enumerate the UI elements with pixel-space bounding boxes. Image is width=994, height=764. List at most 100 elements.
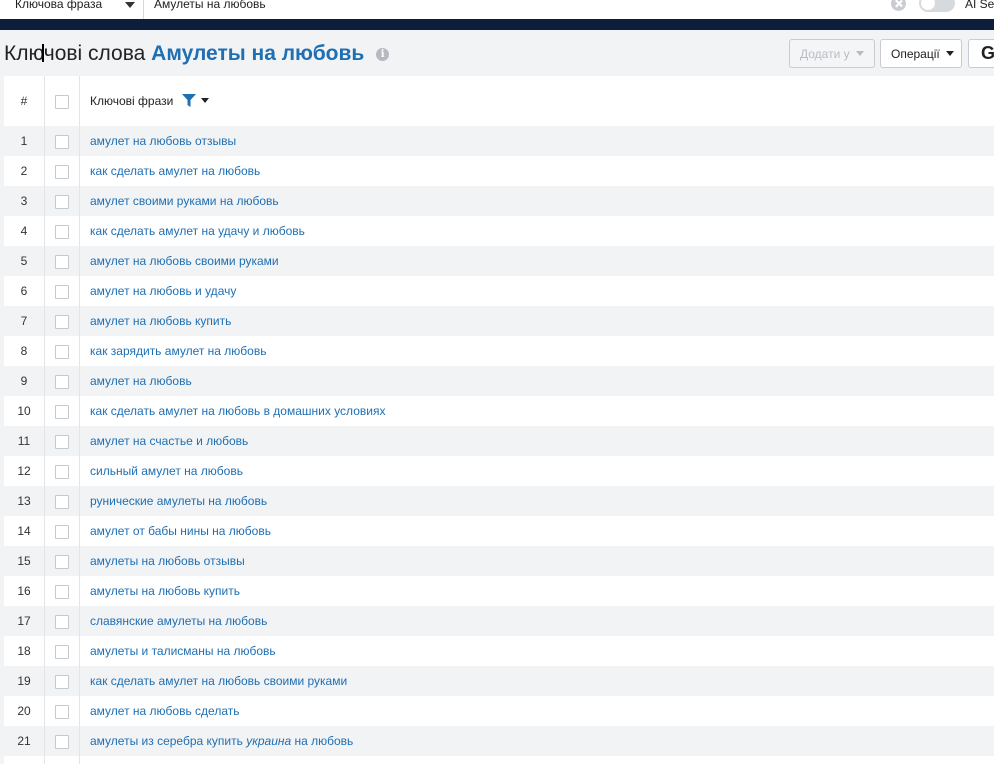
table-row: 11 амулет на счастье и любовь bbox=[4, 426, 994, 456]
keyword-link[interactable]: как сделать амулет на любовь своими рука… bbox=[90, 674, 347, 688]
keyword-link[interactable]: амулеты на любовь отзывы bbox=[90, 554, 245, 568]
keyword-link[interactable]: славянские амулеты на любовь bbox=[90, 614, 267, 628]
row-checkbox[interactable] bbox=[55, 345, 69, 359]
keyword-link[interactable]: амулет на любовь отзывы bbox=[90, 134, 236, 148]
row-index: 14 bbox=[17, 524, 31, 538]
select-all-checkbox[interactable] bbox=[55, 95, 69, 109]
clear-search-icon[interactable] bbox=[891, 0, 906, 11]
row-checkbox[interactable] bbox=[55, 555, 69, 569]
page-title-query: Амулеты на любовь bbox=[151, 42, 365, 65]
keyword-link[interactable]: амулеты и талисманы на любовь bbox=[90, 644, 276, 658]
table-row: 10 как сделать амулет на любовь в домашни… bbox=[4, 396, 994, 426]
keyword-link[interactable]: как сделать амулет на удачу и любовь bbox=[90, 224, 305, 238]
row-index: 1 bbox=[20, 134, 28, 148]
keyword-link[interactable]: амулет от бабы нины на любовь bbox=[90, 524, 271, 538]
keyword-link[interactable]: амулет на любовь и удачу bbox=[90, 284, 236, 298]
row-checkbox[interactable] bbox=[55, 315, 69, 329]
table-row: 13 рунические амулеты на любовь bbox=[4, 486, 994, 516]
keyword-link[interactable]: амулет на любовь купить bbox=[90, 314, 231, 328]
row-checkbox[interactable] bbox=[55, 435, 69, 449]
row-checkbox[interactable] bbox=[55, 375, 69, 389]
keyword-link[interactable]: амулет на любовь bbox=[90, 374, 192, 388]
ai-toggle-label: AI Se bbox=[965, 0, 994, 11]
row-checkbox[interactable] bbox=[55, 645, 69, 659]
row-index: 11 bbox=[17, 434, 31, 448]
keyword-link[interactable]: амулет на любовь сделать bbox=[90, 704, 239, 718]
table-row: 17 славянские амулеты на любовь bbox=[4, 606, 994, 636]
row-checkbox[interactable] bbox=[55, 735, 69, 749]
add-to-label: Додати у bbox=[800, 46, 850, 61]
table-row: 4 как сделать амулет на удачу и любовь bbox=[4, 216, 994, 246]
keywords-column-header[interactable]: Ключові фрази bbox=[90, 94, 173, 108]
toggle-knob bbox=[921, 0, 935, 10]
row-checkbox[interactable] bbox=[55, 405, 69, 419]
row-index: 17 bbox=[17, 614, 31, 628]
row-checkbox[interactable] bbox=[55, 525, 69, 539]
row-checkbox[interactable] bbox=[55, 585, 69, 599]
keyword-link[interactable]: амулет на любовь своими руками bbox=[90, 254, 279, 268]
row-index: 10 bbox=[17, 404, 31, 418]
row-checkbox[interactable] bbox=[55, 675, 69, 689]
keyword-link[interactable]: амулеты из серебра купить украина на люб… bbox=[90, 734, 353, 748]
row-checkbox[interactable] bbox=[55, 705, 69, 719]
table-row: 5 амулет на любовь своими руками bbox=[4, 246, 994, 276]
row-checkbox[interactable] bbox=[55, 495, 69, 509]
index-column-header: # bbox=[20, 94, 28, 108]
text-cursor-icon bbox=[42, 44, 44, 62]
row-index: 9 bbox=[20, 374, 28, 388]
row-checkbox[interactable] bbox=[55, 285, 69, 299]
row-checkbox[interactable] bbox=[55, 165, 69, 179]
table-row: 19 как сделать амулет на любовь своими ру… bbox=[4, 666, 994, 696]
table-row: 14 амулет от бабы нины на любовь bbox=[4, 516, 994, 546]
row-checkbox[interactable] bbox=[55, 465, 69, 479]
keyword-link[interactable]: как сделать амулет на любовь в домашних … bbox=[90, 404, 385, 418]
keyword-link[interactable]: как сделать амулет на любовь bbox=[90, 164, 260, 178]
table-row: 18 амулеты и талисманы на любовь bbox=[4, 636, 994, 666]
keyword-part: на любовь bbox=[291, 734, 354, 748]
row-index: 2 bbox=[20, 164, 28, 178]
row-index: 7 bbox=[20, 314, 28, 328]
keyword-link[interactable]: рунические амулеты на любовь bbox=[90, 494, 267, 508]
row-index: 20 bbox=[17, 704, 31, 718]
operations-button[interactable]: Операції bbox=[880, 39, 962, 68]
add-to-button[interactable]: Додати у bbox=[789, 39, 875, 68]
filter-icon[interactable] bbox=[182, 94, 196, 107]
row-index: 6 bbox=[20, 284, 28, 298]
keyword-link[interactable]: амулет своими руками на любовь bbox=[90, 194, 279, 208]
table-row: 12 сильный амулет на любовь bbox=[4, 456, 994, 486]
google-button[interactable]: G bbox=[968, 39, 994, 68]
keyword-link[interactable]: как зарядить амулет на любовь bbox=[90, 344, 266, 358]
row-index: 16 bbox=[17, 584, 31, 598]
row-index: 3 bbox=[20, 194, 28, 208]
keyword-location: украина bbox=[246, 734, 292, 748]
chevron-down-icon bbox=[125, 2, 135, 8]
keyword-link[interactable]: амулет на счастье и любовь bbox=[90, 434, 248, 448]
table-row: 21 амулеты из серебра купить украина на л… bbox=[4, 726, 994, 756]
search-bar: Ключова фраза Амулеты на любовь AI Se bbox=[0, 0, 994, 20]
table-row: 1 амулет на любовь отзывы bbox=[4, 126, 994, 156]
navigation-band bbox=[0, 19, 994, 30]
row-checkbox[interactable] bbox=[55, 225, 69, 239]
keywords-table: # Ключові фрази 1 амулет на любовь отзывы… bbox=[4, 76, 994, 764]
row-index: 19 bbox=[17, 674, 31, 688]
row-index: 12 bbox=[17, 464, 31, 478]
row-checkbox[interactable] bbox=[55, 135, 69, 149]
info-icon[interactable]: i bbox=[376, 48, 390, 61]
chevron-down-icon bbox=[945, 51, 954, 56]
row-checkbox[interactable] bbox=[55, 615, 69, 629]
keyword-link[interactable]: амулеты на любовь купить bbox=[90, 584, 240, 598]
keyword-link[interactable]: сильный амулет на любовь bbox=[90, 464, 243, 478]
ai-toggle[interactable] bbox=[919, 0, 955, 12]
table-row: 15 амулеты на любовь отзывы bbox=[4, 546, 994, 576]
search-mode-select[interactable]: Ключова фраза bbox=[0, 0, 144, 19]
chevron-down-icon[interactable] bbox=[201, 98, 209, 103]
row-index: 5 bbox=[20, 254, 28, 268]
table-row: 3 амулет своими руками на любовь bbox=[4, 186, 994, 216]
row-index: 13 bbox=[17, 494, 31, 508]
row-checkbox[interactable] bbox=[55, 195, 69, 209]
row-checkbox[interactable] bbox=[55, 255, 69, 269]
search-input[interactable]: Амулеты на любовь bbox=[154, 0, 266, 11]
row-index: 21 bbox=[17, 734, 31, 748]
table-row: 16 амулеты на любовь купить bbox=[4, 576, 994, 606]
row-index: 4 bbox=[20, 224, 28, 238]
